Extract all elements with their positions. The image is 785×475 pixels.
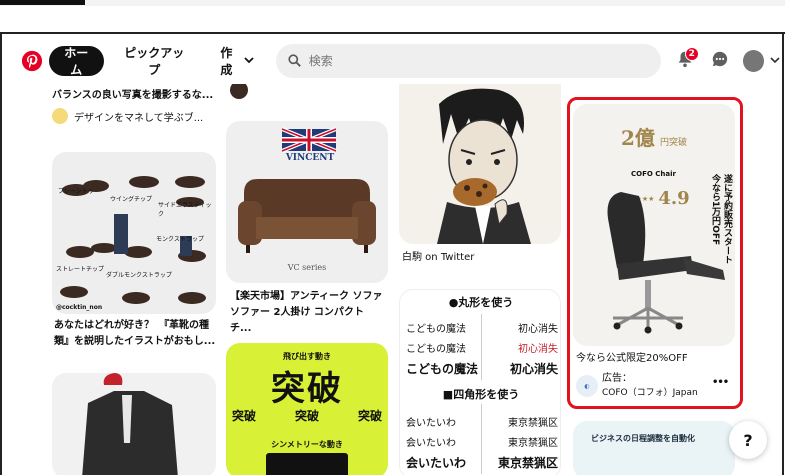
nav-create-label: 作成 — [220, 46, 233, 77]
nav-pickup-label: ピックアップ — [124, 46, 185, 77]
ad-advertiser-name[interactable]: COFO（コフォ）Japan — [602, 385, 698, 398]
shoe-label-wing: ウイングチップ — [110, 196, 153, 203]
font-row: こどもの魔法 初心消失 — [406, 320, 558, 335]
shoe-label-straight: ストレートチップ — [56, 266, 105, 273]
chair-photo-graphic — [607, 192, 725, 334]
creator-name: デザインをマネして学ぶブ... — [74, 112, 204, 124]
nav-home-button[interactable]: ホーム — [49, 46, 104, 77]
font-row: こどもの魔法 初心消失 — [406, 340, 558, 355]
font-sample: 会いたいわ — [406, 438, 456, 449]
pin-font-comparison[interactable]: ●丸形を使う こどもの魔法 初心消失 こどもの魔法 初心消失 こどもの魔法 初心消失 … — [399, 289, 561, 475]
shoe-label-double: ダブルモンクストラップ — [106, 272, 172, 279]
ad-label: 広告： — [602, 373, 632, 384]
pin-title[interactable]: バランスの良い写真を撮影するな... — [52, 88, 217, 104]
shoe-illustration-handle: @cocktin_non — [56, 304, 103, 311]
search-input[interactable] — [308, 54, 649, 68]
shoe-label-plain: プレーントゥ — [58, 188, 94, 195]
top-progress-strip — [0, 0, 785, 6]
font-row: 会いたいわ 東京禁猟区 — [406, 454, 558, 471]
shoe-label-monk: モンクストラップ — [156, 236, 204, 243]
square-bullet-icon: ■ — [442, 388, 454, 401]
font-sample: こどもの魔法 — [406, 324, 466, 335]
chevron-down-icon — [244, 55, 254, 68]
font-section-heading-text: 四角形を使う — [453, 388, 520, 401]
font-sample: 初心消失 — [518, 324, 558, 335]
pin-column-1: バランスの良い写真を撮影するな... デザインをマネして学ぶブ... — [52, 84, 217, 124]
font-section-heading-text: 丸形を使う — [458, 296, 514, 309]
sofa-brand-label: VINCENT — [285, 153, 335, 163]
poster-row: 突破 突破 突破 — [232, 407, 382, 424]
font-sample: 東京禁猟区 — [497, 456, 558, 470]
pin-coat-photo[interactable] — [52, 373, 216, 475]
shoe-label-side: サイドエラスティック — [158, 202, 212, 218]
pin-title[interactable]: あなたはどれが好き？ 『革靴の種類』を説明したイラストがおもし... — [54, 318, 216, 350]
ad-footer: ◐ 広告： COFO（コフォ）Japan ••• — [576, 369, 736, 401]
messages-button[interactable] — [706, 46, 735, 76]
poster-row-item: 突破 — [294, 409, 319, 423]
font-sample: 初心消失 — [509, 362, 558, 376]
pin-overlay-text: ビジネスの日程調整を自動化 — [591, 434, 695, 443]
sofa-photo-graphic — [238, 127, 376, 253]
pin-caption[interactable]: 白駒 on Twitter — [402, 250, 560, 266]
font-row: こどもの魔法 初心消失 — [406, 360, 558, 377]
pin-manga-illustration[interactable] — [399, 84, 561, 244]
manga-illustration-graphic — [437, 88, 531, 244]
help-button[interactable]: ? — [729, 421, 767, 459]
font-sample: 東京禁猟区 — [508, 418, 558, 429]
pin-ad-chair[interactable]: 2億 円突破 COFO Chair ★★★★★ 4.9 遂に予約販売スタート 今… — [573, 104, 735, 346]
notifications-button[interactable]: 2 — [671, 46, 700, 76]
advertiser-logo-glyph: ◐ — [584, 382, 590, 390]
window-frame-left — [0, 32, 2, 475]
font-section-heading: ■四角形を使う — [400, 386, 560, 402]
font-sample: 初心消失 — [518, 344, 558, 355]
font-row: 会いたいわ 東京禁猟区 — [406, 414, 558, 429]
pin-business-scheduling[interactable]: ビジネスの日程調整を自動化 — [573, 421, 735, 475]
top-nav: ホーム ピックアップ 作成 2 — [4, 38, 780, 84]
pin-creator[interactable]: デザインをマネして学ぶブ... — [52, 108, 217, 124]
coat-photo-graphic — [82, 373, 178, 475]
pin-sofa-photo[interactable]: VINCENT VC series — [226, 121, 388, 283]
poster-row-item: 突破 — [357, 409, 382, 423]
advertiser-logo[interactable]: ◐ — [576, 375, 598, 397]
poster-headline: 突破 — [271, 369, 343, 409]
window-frame-top — [0, 32, 785, 34]
font-sample: こどもの魔法 — [406, 362, 479, 376]
pin-title[interactable]: 【楽天市場】アンティーク ソファ ソファー 2人掛け コンパクト チ... — [230, 289, 388, 337]
circle-bullet-icon: ● — [448, 296, 459, 309]
search-bar[interactable] — [275, 44, 661, 78]
window-frame-right — [782, 32, 784, 475]
pin-shoes-illustration[interactable]: プレーントゥ ウイングチップ サイドエラスティック モンクストラップ ダブルモン… — [52, 152, 216, 314]
creator-avatar — [52, 108, 68, 124]
avatar[interactable] — [742, 50, 764, 72]
poster-row-item: 突破 — [232, 409, 257, 423]
font-row: 会いたいわ 東京禁猟区 — [406, 434, 558, 449]
nav-create-button[interactable]: 作成 — [205, 46, 264, 77]
font-sample: こどもの魔法 — [406, 344, 466, 355]
nav-pickup-button[interactable]: ピックアップ — [110, 46, 200, 77]
pinterest-logo-icon[interactable] — [18, 47, 45, 75]
font-sample: 会いたいわ — [406, 418, 456, 429]
font-sample: 東京禁猟区 — [508, 438, 558, 449]
font-section-heading: ●丸形を使う — [400, 294, 560, 310]
sofa-caption: VC series — [287, 263, 327, 272]
account-chevron-icon[interactable] — [770, 55, 780, 68]
more-options-button[interactable]: ••• — [712, 377, 729, 388]
poster-subtitle-2: シンメトリーな動き — [271, 440, 343, 449]
font-sample: 会いたいわ — [406, 456, 467, 470]
poster-headline-2 — [266, 453, 348, 475]
chat-bubble-icon — [711, 50, 729, 72]
search-icon — [288, 52, 301, 71]
pin-typography-poster[interactable]: 飛び出す動き 突破 突破 突破 突破 シンメトリーな動き — [226, 343, 388, 475]
notification-badge: 2 — [684, 47, 699, 61]
shoes-illustration-graphic — [60, 176, 206, 304]
ad-title[interactable]: 今なら公式限定20%OFF — [576, 351, 736, 367]
top-progress-fill — [0, 0, 85, 5]
